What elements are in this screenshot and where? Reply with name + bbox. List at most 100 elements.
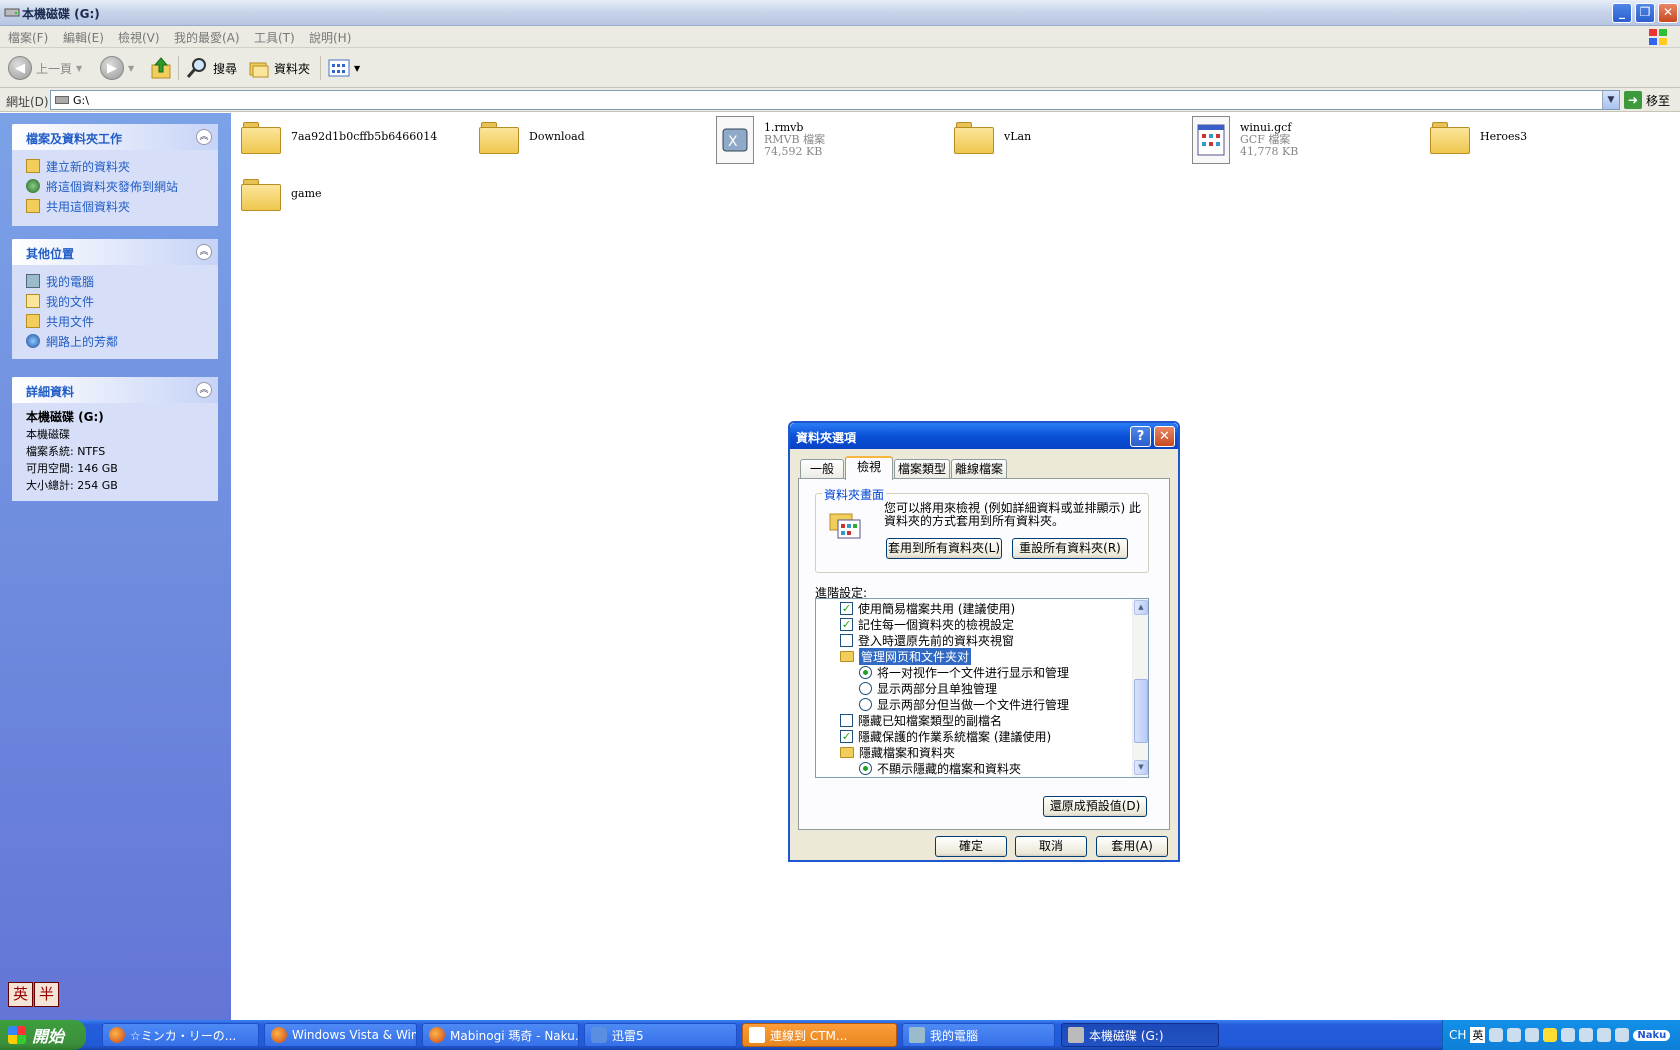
share-folder-link[interactable]: 共用這個資料夾 (26, 196, 204, 216)
naku-icon[interactable]: Naku (1633, 1029, 1671, 1041)
restore-defaults-button[interactable]: 還原成預設值(D) (1043, 796, 1147, 817)
setting-row[interactable]: 登入時還原先前的資料夾視窗 (840, 632, 1014, 648)
shared-documents-link[interactable]: 共用文件 (26, 311, 204, 331)
folders-button[interactable]: 資料夾 (248, 54, 310, 82)
folder-item[interactable]: vLan (954, 120, 1031, 154)
dialog-close-button[interactable]: ✕ (1154, 426, 1175, 447)
folder-item[interactable]: Download (479, 120, 585, 154)
checkbox[interactable]: ✓ (840, 617, 853, 631)
tray-icon[interactable] (1561, 1028, 1576, 1042)
forward-dropdown-icon[interactable]: ▼ (128, 64, 134, 73)
title-bar[interactable]: 本機磁碟 (G:) _ ❐ ✕ (0, 0, 1680, 26)
file-item[interactable]: X 1.rmvb RMVB 檔案 74,592 KB (716, 116, 825, 164)
taskbar-button[interactable]: Mabinogi 瑪奇 - Naku... (422, 1023, 579, 1047)
up-folder-button[interactable] (150, 54, 172, 82)
tab-general[interactable]: 一般 (800, 459, 844, 479)
volume-icon[interactable] (1615, 1028, 1630, 1042)
chevron-up-icon[interactable]: ︽ (196, 129, 212, 145)
ime-indicator[interactable]: 英 半 (8, 982, 60, 1007)
setting-row[interactable]: 隱藏已知檔案類型的副檔名 (840, 712, 1002, 728)
radio-button[interactable] (859, 761, 872, 775)
tray-icon[interactable] (1489, 1028, 1504, 1042)
taskbar-button[interactable]: 本機磁碟 (G:) (1061, 1023, 1219, 1047)
close-button[interactable]: ✕ (1658, 3, 1678, 23)
checkbox[interactable] (840, 713, 853, 727)
taskbar-button[interactable]: 迅雷5 (584, 1023, 737, 1047)
folder-item[interactable]: game (241, 177, 322, 211)
back-button[interactable]: ◀ 上一頁 ▼ (8, 54, 82, 82)
menu-favorites[interactable]: 我的最愛(A) (174, 29, 240, 46)
tab-offline-files[interactable]: 離線檔案 (951, 459, 1007, 479)
setting-row[interactable]: ✓ 使用簡易檔案共用 (建議使用) (840, 600, 1015, 616)
network-icon[interactable] (1579, 1028, 1594, 1042)
setting-row[interactable]: ✓ 記住每一個資料夾的檢視設定 (840, 616, 1014, 632)
language-indicator[interactable]: CH (1449, 1028, 1466, 1042)
setting-row[interactable]: 将一对视作一个文件进行显示和管理 (859, 664, 1069, 680)
folder-item[interactable]: Heroes3 (1430, 120, 1527, 154)
tray-icon[interactable] (1525, 1028, 1540, 1042)
menu-file[interactable]: 檔案(F) (8, 29, 48, 46)
menu-tools[interactable]: 工具(T) (254, 29, 295, 46)
back-dropdown-icon[interactable]: ▼ (76, 64, 82, 73)
go-button[interactable]: ➜ 移至 (1624, 91, 1670, 109)
chevron-down-icon[interactable]: ▼ (1602, 91, 1619, 109)
tab-file-types[interactable]: 檔案類型 (894, 459, 950, 479)
list-scrollbar[interactable]: ▲ ▼ (1132, 599, 1148, 777)
apply-to-all-folders-button[interactable]: 套用到所有資料夾(L) (886, 538, 1002, 559)
scroll-thumb[interactable] (1134, 679, 1148, 743)
checkbox[interactable] (840, 633, 853, 647)
restore-button[interactable]: ❐ (1635, 3, 1655, 23)
chevron-up-icon[interactable]: ︽ (196, 244, 212, 260)
ok-button[interactable]: 確定 (935, 836, 1007, 857)
setting-row[interactable]: ✓ 隱藏保護的作業系統檔案 (建議使用) (840, 728, 1051, 744)
file-item[interactable]: winui.gcf GCF 檔案 41,778 KB (1192, 116, 1298, 164)
panel-header[interactable]: 其他位置 ︽ (12, 239, 218, 265)
taskbar-button[interactable]: 我的電腦 (902, 1023, 1055, 1047)
menu-view[interactable]: 檢視(V) (118, 29, 160, 46)
minimize-button[interactable]: _ (1612, 3, 1632, 23)
setting-row[interactable]: 显示两部分但当做一个文件进行管理 (859, 696, 1069, 712)
setting-group-row[interactable]: 隱藏檔案和資料夾 (840, 744, 955, 760)
tab-view[interactable]: 檢視 (845, 456, 893, 480)
my-documents-link[interactable]: 我的文件 (26, 291, 204, 311)
search-button[interactable]: 搜尋 (185, 54, 237, 82)
scroll-up-icon[interactable]: ▲ (1134, 600, 1148, 615)
new-folder-link[interactable]: 建立新的資料夾 (26, 156, 204, 176)
panel-header[interactable]: 詳細資料 ︽ (12, 377, 218, 403)
setting-group-row[interactable]: 管理网页和文件夹对 (840, 647, 972, 665)
panel-header[interactable]: 檔案及資料夾工作 ︽ (12, 124, 218, 150)
radio-button[interactable] (859, 681, 872, 695)
radio-button[interactable] (859, 665, 872, 679)
forward-button[interactable]: ▶ ▼ (100, 54, 134, 82)
my-computer-link[interactable]: 我的電腦 (26, 271, 204, 291)
cancel-button[interactable]: 取消 (1015, 836, 1087, 857)
ime-indicator[interactable]: 英 (1470, 1027, 1486, 1043)
folder-item[interactable]: 7aa92d1b0cffb5b6466014 (241, 120, 437, 154)
dialog-title-bar[interactable]: 資料夾選項 ? ✕ (790, 423, 1178, 449)
ime-lang[interactable]: 英 (8, 982, 33, 1007)
address-input[interactable]: G:\ ▼ (50, 90, 1620, 110)
menu-help[interactable]: 說明(H) (309, 29, 351, 46)
apply-button[interactable]: 套用(A) (1096, 836, 1168, 857)
scroll-down-icon[interactable]: ▼ (1134, 760, 1148, 775)
setting-row[interactable]: 不顯示隱藏的檔案和資料夾 (859, 760, 1021, 776)
help-button[interactable]: ? (1130, 426, 1151, 447)
start-button[interactable]: 開始 (0, 1020, 86, 1050)
network-places-link[interactable]: 網路上的芳鄰 (26, 331, 204, 351)
checkbox[interactable]: ✓ (840, 729, 853, 743)
chevron-up-icon[interactable]: ︽ (196, 382, 212, 398)
setting-row[interactable]: 显示两部分且单独管理 (859, 680, 997, 696)
shield-icon[interactable] (1543, 1028, 1558, 1042)
menu-edit[interactable]: 編輯(E) (63, 29, 104, 46)
checkbox[interactable]: ✓ (840, 601, 853, 615)
taskbar-button[interactable]: 連線到 CTM... (742, 1023, 897, 1047)
ime-width[interactable]: 半 (34, 982, 59, 1007)
taskbar-button[interactable]: ☆ミンカ・リーの... (102, 1023, 259, 1047)
radio-button[interactable] (859, 697, 872, 711)
reset-all-folders-button[interactable]: 重設所有資料夾(R) (1012, 538, 1128, 559)
tray-icon[interactable] (1597, 1028, 1612, 1042)
views-button[interactable]: ▼ (328, 54, 360, 82)
publish-web-link[interactable]: 將這個資料夾發佈到網站 (26, 176, 204, 196)
advanced-settings-list[interactable]: ✓ 使用簡易檔案共用 (建議使用) ✓ 記住每一個資料夾的檢視設定 登入時還原先前的… (815, 598, 1149, 778)
taskbar-button[interactable]: Windows Vista & Win... (264, 1023, 417, 1047)
